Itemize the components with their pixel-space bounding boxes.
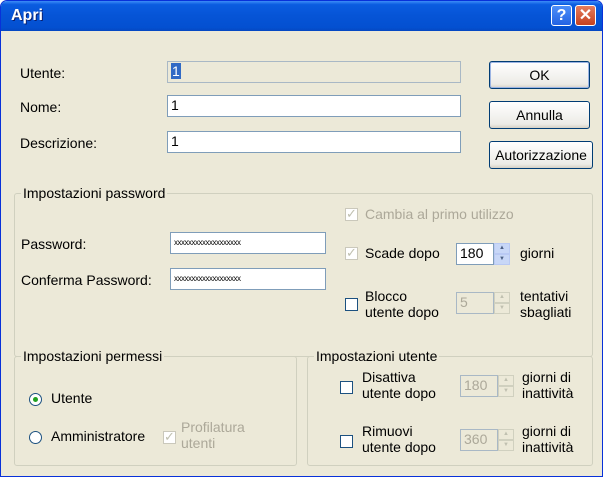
scade-value[interactable]: 180: [456, 243, 494, 265]
tentativi-label-line2: sbagliati: [520, 304, 572, 320]
permessi-settings-title: Impostazioni permessi: [21, 348, 165, 364]
rimuovi-label-line2: utente dopo: [362, 439, 436, 455]
conferma-value: xxxxxxxxxxxxxxxxxxx: [174, 274, 241, 283]
close-icon: ✕: [578, 7, 593, 24]
giorni-label: giorni: [520, 245, 555, 261]
utente-radio[interactable]: [29, 393, 42, 406]
dialog-window: Apri ? ✕ Utente: 1 Nome: 1 Descrizione: …: [0, 0, 603, 477]
disattiva-label-line1: Disattiva: [362, 369, 416, 385]
scade-checkbox: ✓: [345, 245, 358, 260]
tentativi-label-line1: tentativi: [520, 288, 569, 304]
amministratore-radio[interactable]: [29, 431, 42, 444]
scade-spinner[interactable]: 180 ▲ ▼: [456, 243, 510, 265]
window-title: Apri: [11, 7, 43, 24]
rimuovi-spin-arrows: ▲ ▼: [498, 429, 514, 451]
rimuovi-label-line1: Rimuovi: [362, 423, 413, 439]
amministratore-radio-label: Amministratore: [51, 428, 146, 444]
descrizione-value: 1: [171, 133, 179, 149]
descrizione-field[interactable]: 1: [167, 131, 461, 153]
annulla-button[interactable]: Annulla: [489, 101, 590, 129]
blocco-spinner: 5 ▲ ▼: [456, 292, 510, 314]
scade-label: Scade dopo: [365, 245, 440, 261]
disattiva-value: 180: [460, 375, 498, 397]
rimuovi-label: Rimuovi utente dopo: [362, 423, 436, 455]
password-settings-group: Impostazioni password ✓ Cambia al primo …: [14, 185, 593, 357]
spin-up-icon: ▲: [498, 375, 514, 386]
password-settings-title: Impostazioni password: [21, 185, 168, 201]
blocco-label: Blocco utente dopo: [365, 288, 439, 320]
rimuovi-value: 360: [460, 429, 498, 451]
disattiva-suffix: giorni di inattività: [522, 369, 573, 401]
disattiva-suffix-line2: inattività: [522, 385, 574, 401]
check-icon: ✓: [346, 206, 357, 221]
profilatura-label-line2: utenti: [181, 435, 216, 451]
password-field[interactable]: xxxxxxxxxxxxxxxxxxx: [170, 232, 326, 254]
rimuovi-checkbox[interactable]: [340, 435, 353, 448]
spin-up-icon: ▲: [494, 292, 510, 303]
scade-spin-arrows[interactable]: ▲ ▼: [494, 243, 510, 265]
password-value: xxxxxxxxxxxxxxxxxxx: [174, 238, 241, 247]
rimuovi-spinner: 360 ▲ ▼: [460, 429, 514, 451]
utente-radio-label: Utente: [51, 390, 93, 406]
spin-down-icon: ▼: [498, 440, 514, 451]
rimuovi-suffix-line2: inattività: [522, 439, 574, 455]
descrizione-label: Descrizione:: [20, 135, 98, 151]
cambia-checkbox: ✓: [345, 206, 358, 221]
rimuovi-suffix-line1: giorni di: [522, 423, 572, 439]
blocco-label-line1: Blocco: [365, 288, 408, 304]
utente-field: 1: [167, 61, 461, 83]
close-button[interactable]: ✕: [575, 5, 596, 26]
disattiva-label-line2: utente dopo: [362, 385, 436, 401]
blocco-spin-arrows: ▲ ▼: [494, 292, 510, 314]
blocco-checkbox[interactable]: [345, 298, 358, 311]
profilatura-label-line1: Profilatura: [181, 419, 245, 435]
blocco-label-line2: utente dopo: [365, 304, 439, 320]
disattiva-spinner: 180 ▲ ▼: [460, 375, 514, 397]
conferma-field[interactable]: xxxxxxxxxxxxxxxxxxx: [170, 268, 326, 290]
disattiva-suffix-line1: giorni di: [522, 369, 572, 385]
utente-settings-title: Impostazioni utente: [314, 348, 440, 364]
conferma-label: Conferma Password:: [21, 272, 152, 288]
permessi-settings-group: Impostazioni permessi Utente Amministrat…: [14, 348, 297, 466]
spin-up-icon[interactable]: ▲: [494, 243, 510, 254]
title-bar[interactable]: Apri ? ✕: [1, 1, 602, 31]
nome-value: 1: [171, 97, 179, 113]
blocco-value: 5: [456, 292, 494, 314]
spin-down-icon[interactable]: ▼: [494, 254, 510, 265]
check-icon: ✓: [346, 245, 357, 260]
password-label: Password:: [21, 236, 87, 252]
help-button[interactable]: ?: [551, 5, 572, 26]
spin-down-icon: ▼: [494, 303, 510, 314]
spin-up-icon: ▲: [498, 429, 514, 440]
nome-label: Nome:: [20, 99, 62, 115]
tentativi-label: tentativi sbagliati: [520, 288, 571, 320]
ok-button[interactable]: OK: [489, 61, 590, 89]
radio-selected-dot: [33, 397, 38, 402]
check-icon: ✓: [164, 429, 175, 444]
question-mark-icon: ?: [556, 7, 567, 24]
profilatura-checkbox: ✓: [163, 429, 176, 444]
disattiva-label: Disattiva utente dopo: [362, 369, 436, 401]
cambia-label: Cambia al primo utilizzo: [365, 206, 514, 222]
rimuovi-suffix: giorni di inattività: [522, 423, 573, 455]
profilatura-label: Profilatura utenti: [181, 419, 245, 451]
spin-down-icon: ▼: [498, 386, 514, 397]
autorizzazione-button[interactable]: Autorizzazione: [489, 141, 593, 169]
nome-field[interactable]: 1: [167, 95, 461, 117]
dialog-body: Utente: 1 Nome: 1 Descrizione: 1 OK Annu…: [4, 31, 599, 474]
utente-settings-group: Impostazioni utente Disattiva utente dopo…: [307, 348, 593, 466]
disattiva-spin-arrows: ▲ ▼: [498, 375, 514, 397]
utente-label: Utente:: [20, 65, 66, 81]
disattiva-checkbox[interactable]: [340, 381, 353, 394]
utente-value: 1: [171, 63, 181, 79]
